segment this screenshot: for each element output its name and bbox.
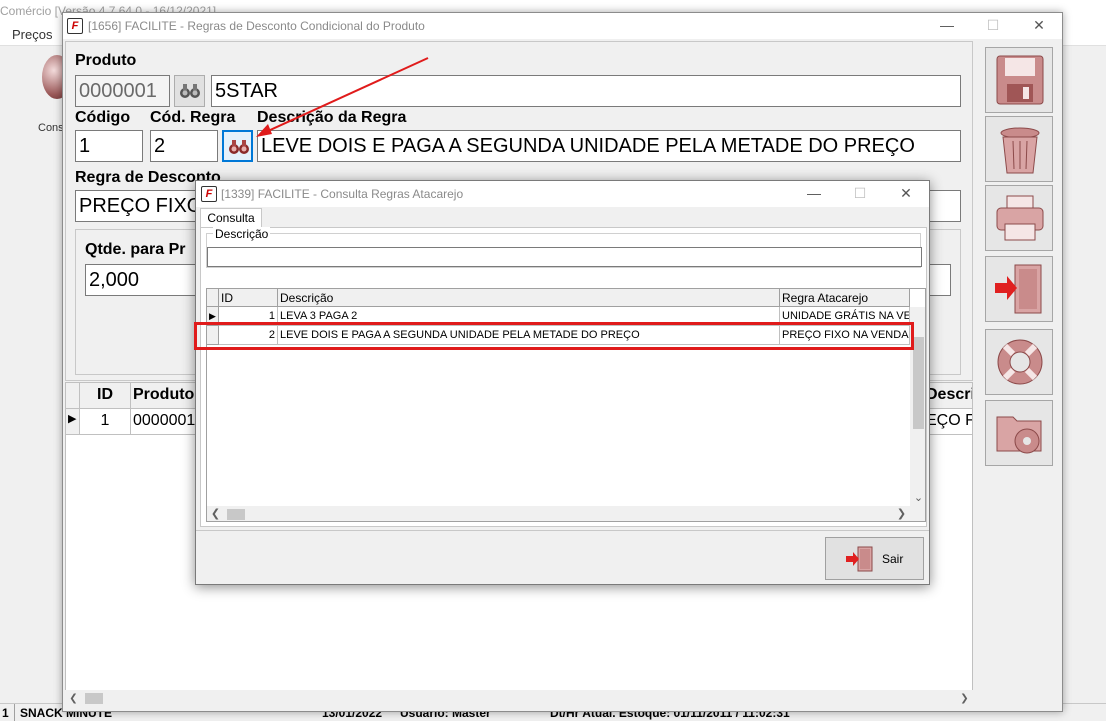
grid-header-regra[interactable]: Regra Atacarejo — [780, 289, 910, 307]
row-indicator: ▶ — [66, 409, 80, 435]
scroll-thumb[interactable] — [85, 693, 103, 704]
grid-cell-descricao[interactable]: EÇO FI — [926, 409, 972, 435]
scroll-down-arrow[interactable]: ⌄ — [910, 490, 925, 507]
print-button[interactable] — [985, 185, 1053, 251]
qtde-field[interactable]: 2,000 — [85, 264, 205, 296]
facilite-logo-icon: F — [67, 18, 83, 34]
produto-label: Produto — [75, 52, 137, 69]
descricao-regra-field[interactable]: LEVE DOIS E PAGA A SEGUNDA UNIDADE PELA … — [257, 130, 961, 162]
codigo-field[interactable]: 1 — [75, 130, 143, 162]
produto-code-field[interactable]: 0000001 — [75, 75, 170, 107]
binoculars-icon — [229, 140, 249, 154]
exit-door-icon — [995, 264, 1042, 314]
maximize-button[interactable]: ☐ — [837, 181, 883, 207]
cod-regra-field[interactable]: 2 — [150, 130, 218, 162]
scroll-right-arrow[interactable]: ❯ — [956, 690, 973, 707]
dialog-title: [1339] FACILITE - Consulta Regras Atacar… — [221, 187, 464, 201]
grid-header-id[interactable]: ID — [80, 383, 131, 409]
scroll-thumb[interactable] — [227, 509, 245, 520]
grid-header-produto[interactable]: Produto — [131, 383, 201, 409]
sair-label: Sair — [882, 552, 904, 566]
grid-cell-id[interactable]: 1 — [80, 409, 131, 435]
settings-button[interactable] — [985, 400, 1053, 466]
status-segment: 1 — [2, 706, 9, 720]
dialog-footer-divider — [196, 530, 929, 531]
status-separator — [14, 704, 15, 721]
descricao-filter-label: Descrição — [213, 227, 271, 241]
minimize-button[interactable]: — — [924, 13, 970, 39]
grid-header-descricao[interactable]: Descriç — [926, 383, 972, 409]
grid-indicator-header — [66, 383, 80, 409]
maximize-button[interactable]: ☐ — [970, 13, 1016, 39]
scroll-thumb[interactable] — [913, 337, 924, 429]
row-highlight-annotation — [194, 322, 914, 350]
printer-icon — [996, 195, 1044, 241]
produto-name-field[interactable]: 5STAR — [211, 75, 961, 107]
scroll-right-arrow[interactable]: ❯ — [893, 506, 910, 521]
lifebuoy-icon — [997, 339, 1043, 385]
qtde-label: Qtde. para Pr — [85, 241, 186, 258]
exit-button[interactable] — [985, 256, 1053, 322]
dialog-titlebar: F [1339] FACILITE - Consulta Regras Atac… — [196, 181, 929, 207]
exit-door-icon — [846, 546, 873, 572]
sair-button[interactable]: Sair — [825, 537, 924, 580]
grid-header-id[interactable]: ID — [219, 289, 278, 307]
trash-icon — [1000, 127, 1040, 174]
cod-regra-label: Cód. Regra — [150, 109, 236, 126]
grid-cell-produto[interactable]: 0000001 — [131, 409, 201, 435]
background-toolbar-label: Cons — [38, 122, 64, 134]
binoculars-icon — [180, 84, 200, 98]
save-button[interactable] — [985, 47, 1053, 113]
descricao-filter-input[interactable] — [207, 247, 922, 267]
close-button[interactable]: ✕ — [1016, 13, 1062, 39]
save-icon — [996, 55, 1044, 105]
scroll-left-arrow[interactable]: ❮ — [65, 690, 82, 707]
tab-body: Descrição ID Descrição Regra Atacarejo ▶… — [200, 227, 927, 527]
main-window-title: [1656] FACILITE - Regras de Desconto Con… — [88, 19, 425, 33]
consulta-dialog: F [1339] FACILITE - Consulta Regras Atac… — [194, 180, 930, 585]
facilite-logo-icon: F — [201, 186, 217, 202]
descricao-regra-label: Descrição da Regra — [257, 109, 407, 126]
search-produto-button[interactable] — [174, 75, 205, 107]
main-grid-horizontal-scrollbar[interactable]: ❮ ❯ — [65, 690, 973, 707]
menu-item-precos[interactable]: Preços — [12, 27, 52, 42]
scroll-left-arrow[interactable]: ❮ — [207, 506, 224, 521]
regras-grid-horizontal-scrollbar[interactable]: ❮ ❯ — [207, 506, 925, 521]
minimize-button[interactable]: — — [791, 181, 837, 207]
close-button[interactable]: ✕ — [883, 181, 929, 207]
tab-consulta[interactable]: Consulta — [200, 208, 262, 228]
codigo-label: Código — [75, 109, 131, 126]
grid-header-descricao[interactable]: Descrição — [278, 289, 780, 307]
grid-indicator-header — [207, 289, 219, 307]
folder-settings-icon — [996, 416, 1042, 454]
help-button[interactable] — [985, 329, 1053, 395]
delete-button[interactable] — [985, 116, 1053, 182]
main-window-titlebar: F [1656] FACILITE - Regras de Desconto C… — [63, 13, 1062, 39]
search-regra-button[interactable] — [222, 130, 253, 162]
